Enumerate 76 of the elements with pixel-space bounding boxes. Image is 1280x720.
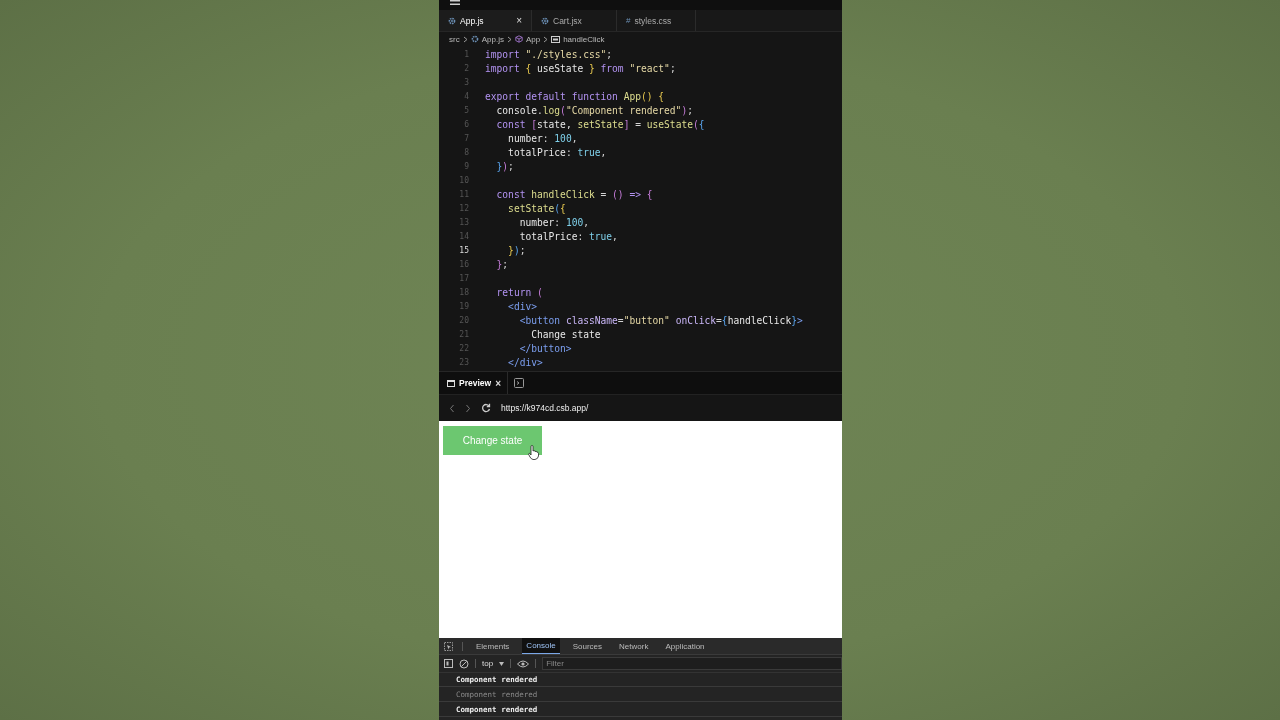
line-number: 14 bbox=[458, 231, 470, 241]
box-icon bbox=[551, 35, 561, 43]
eye-icon[interactable] bbox=[517, 659, 530, 668]
reload-icon[interactable] bbox=[481, 403, 491, 413]
line-number: 20 bbox=[458, 315, 470, 325]
breadcrumb-item[interactable]: handleClick bbox=[563, 34, 605, 44]
inspect-icon[interactable] bbox=[444, 641, 453, 651]
line-number: 11 bbox=[458, 189, 470, 199]
code-line: console.log("Component rendered"); bbox=[495, 104, 693, 116]
code-line: number: 100, bbox=[507, 132, 578, 144]
block-icon[interactable] bbox=[459, 658, 469, 669]
hand-cursor-icon bbox=[528, 445, 539, 460]
code-line: <button className="button" onClick={handleClick}> bbox=[518, 314, 803, 326]
code-line: }); bbox=[495, 160, 514, 172]
devtools-tab[interactable]: Elements bbox=[472, 638, 514, 654]
code-line: </button> bbox=[518, 342, 572, 354]
sidebar-icon[interactable] bbox=[444, 659, 453, 668]
code-line: </div> bbox=[507, 356, 543, 368]
window-icon bbox=[447, 379, 455, 387]
code-line: const handleClick = () => { bbox=[495, 188, 653, 200]
file-tab[interactable]: # styles.css bbox=[617, 10, 696, 31]
devtools-tab[interactable]: Sources bbox=[568, 638, 607, 654]
line-number: 1 bbox=[463, 49, 470, 59]
code-line: }; bbox=[495, 258, 509, 270]
chevron-icon bbox=[462, 35, 468, 43]
gear-icon bbox=[470, 35, 479, 43]
code-line: const [state, setState] = useState({ bbox=[495, 118, 705, 130]
code-line: import { useState } from "react"; bbox=[485, 62, 676, 74]
line-number: 13 bbox=[458, 217, 470, 227]
code-line: Change state bbox=[530, 328, 601, 340]
line-number: 12 bbox=[458, 203, 470, 213]
filter-field[interactable]: Filter bbox=[542, 657, 842, 670]
code-line: number: 100, bbox=[518, 216, 589, 228]
gear-icon bbox=[448, 16, 456, 25]
close-icon[interactable]: × bbox=[516, 15, 522, 26]
line-number: 18 bbox=[458, 287, 470, 297]
line-number: 2 bbox=[463, 63, 470, 73]
terminal-icon[interactable] bbox=[514, 378, 524, 388]
file-tab[interactable]: Cart.jsx bbox=[532, 10, 617, 31]
breadcrumb-item[interactable]: App bbox=[525, 34, 541, 44]
breadcrumb-item[interactable]: App.js bbox=[481, 34, 504, 44]
forward-icon[interactable] bbox=[465, 403, 471, 413]
close-icon[interactable]: × bbox=[495, 377, 501, 389]
file-tab[interactable]: App.js × bbox=[439, 10, 532, 31]
line-number: 21 bbox=[458, 329, 470, 339]
context-dropdown[interactable]: top bbox=[482, 659, 494, 668]
url-text[interactable]: https://k974cd.csb.app/ bbox=[501, 403, 589, 413]
menu-icon[interactable] bbox=[450, 0, 460, 5]
line-number: 5 bbox=[463, 105, 470, 115]
chevron-icon bbox=[506, 35, 512, 43]
code-line: export default function App() { bbox=[485, 90, 665, 102]
cube-icon bbox=[514, 35, 523, 43]
line-number: 23 bbox=[458, 357, 470, 367]
line-number: 15 bbox=[458, 245, 470, 255]
code-line: }); bbox=[507, 244, 526, 256]
hash-icon: # bbox=[626, 16, 631, 25]
line-number: 17 bbox=[458, 273, 470, 283]
line-number: 10 bbox=[458, 175, 470, 185]
devtools-tab[interactable]: Network bbox=[615, 638, 653, 654]
back-icon[interactable] bbox=[449, 403, 455, 413]
code-line: return ( bbox=[495, 286, 543, 298]
code-line: setState({ bbox=[507, 202, 566, 214]
gear-icon bbox=[541, 16, 549, 25]
line-number: 4 bbox=[463, 91, 470, 101]
code-line: totalPrice: true, bbox=[518, 230, 618, 242]
code-line: <div> bbox=[507, 300, 537, 312]
breadcrumb-item[interactable]: src bbox=[449, 34, 460, 44]
line-number: 22 bbox=[458, 343, 470, 353]
line-number: 19 bbox=[458, 301, 470, 311]
code-line: import "./styles.css"; bbox=[485, 48, 613, 60]
code-line: totalPrice: true, bbox=[507, 146, 607, 158]
devtools-tab[interactable]: Application bbox=[661, 638, 709, 654]
line-number: 16 bbox=[458, 259, 470, 269]
caret-icon[interactable] bbox=[499, 661, 505, 666]
devtools-tab[interactable]: Console bbox=[522, 638, 560, 654]
chevron-icon bbox=[543, 35, 549, 43]
